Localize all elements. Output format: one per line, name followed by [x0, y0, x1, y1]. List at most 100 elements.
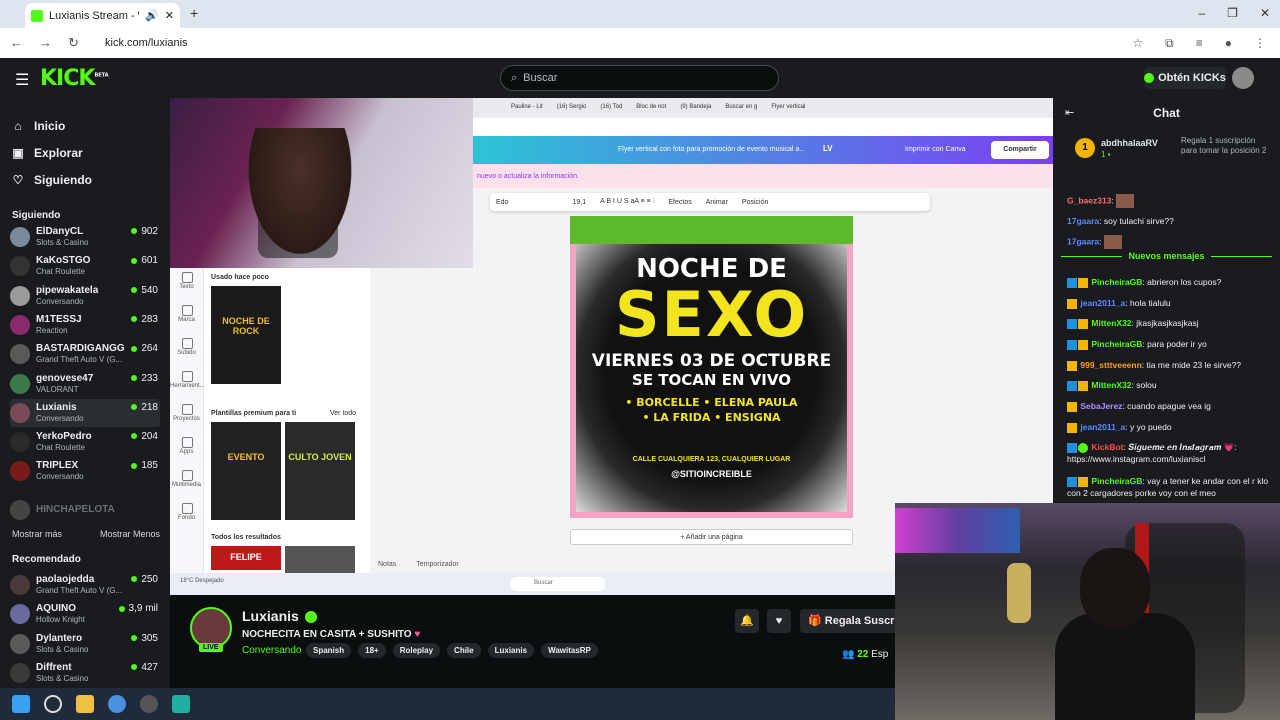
- get-kicks-button[interactable]: Obtén KICKs: [1144, 67, 1226, 89]
- search-input[interactable]: ⌕ Buscar: [500, 65, 779, 91]
- canva-print: Imprimir con Canva: [905, 146, 966, 153]
- menu-icon[interactable]: ⋮: [1254, 36, 1266, 51]
- chat-username[interactable]: MittenX32: [1091, 318, 1131, 328]
- flyer-poster: NOCHE DE SEXO VIERNES 03 DE OCTUBRE SE T…: [570, 216, 853, 518]
- show-more-button[interactable]: Mostrar más: [12, 529, 62, 539]
- sidebar-channel-yerkopedro[interactable]: YerkoPedro Chat Roulette 204: [10, 428, 160, 456]
- os-taskbar: [0, 688, 895, 720]
- canva-title: Flyer vertical con foto para promoción d…: [618, 146, 806, 153]
- chat-username[interactable]: G_baez313: [1067, 195, 1111, 205]
- chat-username[interactable]: MittenX32: [1091, 380, 1131, 390]
- chat-text: y yo puedo: [1130, 422, 1172, 432]
- kick-logo[interactable]: KICKBETA: [40, 66, 109, 91]
- canva-text-icon: Texto: [170, 268, 203, 301]
- chat-message: MittenX32: solou: [1067, 379, 1271, 391]
- follow-heart-icon[interactable]: ♥: [767, 609, 791, 633]
- crown-badge-icon: [1078, 318, 1088, 329]
- chat-username[interactable]: PincheiraGB: [1091, 339, 1142, 349]
- stream-tag[interactable]: WawitasRP: [541, 643, 598, 658]
- media-icon[interactable]: ≡: [1196, 36, 1203, 51]
- pinned-user[interactable]: abdhhalaaRV: [1101, 138, 1158, 148]
- notepad-icon[interactable]: [172, 695, 190, 713]
- home-icon: ⌂: [14, 118, 22, 133]
- stream-category[interactable]: Conversando: [242, 645, 301, 656]
- chat-username[interactable]: KickBot: [1091, 442, 1123, 452]
- reload-icon[interactable]: ↻: [68, 35, 79, 51]
- nav-explore[interactable]: ▣ Explorar: [12, 139, 92, 166]
- chat-username[interactable]: SebaJerez: [1080, 401, 1122, 411]
- obs-icon[interactable]: [140, 695, 158, 713]
- nav-following[interactable]: ♡ Siguiendo: [12, 166, 92, 193]
- channel-avatar: [10, 256, 30, 277]
- sidebar-channel-luxianis[interactable]: Luxianis Conversando 218: [10, 398, 160, 427]
- sidebar-channel-bastardigangg[interactable]: BASTARDIGANGG Grand Theft Auto V (G... 264: [10, 340, 160, 368]
- nav-home[interactable]: ⌂ Inicio: [12, 112, 92, 139]
- bookmark-star-icon[interactable]: ☆: [1132, 36, 1143, 51]
- sidebar-channel-eldanycl[interactable]: ElDanyCL Slots & Casino 902: [10, 223, 160, 251]
- channel-viewers: 218: [131, 402, 158, 413]
- chat-username[interactable]: PincheiraGB: [1091, 476, 1142, 486]
- forward-icon[interactable]: →: [39, 35, 52, 51]
- chat-username[interactable]: jean2011_a: [1080, 298, 1125, 308]
- stream-tag[interactable]: Spanish: [306, 643, 352, 658]
- sidebar-channel-offline[interactable]: HINCHAPELOTA: [10, 496, 160, 524]
- streamer-name[interactable]: Luxianis: [242, 608, 317, 624]
- maximize-icon[interactable]: ❐: [1227, 6, 1238, 20]
- back-icon[interactable]: ←: [10, 35, 23, 51]
- canva-background-icon: Fondo: [170, 499, 203, 532]
- kick-favicon-icon: [31, 9, 43, 22]
- stream-tag[interactable]: 18+: [358, 643, 386, 658]
- sidebar-channel-m1tessj[interactable]: M1TESSJ Reaction 283: [10, 311, 160, 339]
- close-tab-icon[interactable]: ✕: [165, 9, 174, 22]
- sidebar-channel-aquino[interactable]: AQUINO Hollow Knight 3,9 mil: [10, 600, 160, 628]
- canva-address-bar: [473, 118, 1053, 136]
- sidebar-channel-paolaojedda[interactable]: paolaojedda Grand Theft Auto V (G... 250: [10, 571, 160, 599]
- chat-username[interactable]: 17gaara: [1067, 236, 1099, 246]
- profile-icon[interactable]: ●: [1225, 36, 1232, 51]
- chat-message: 999_stttveeenn: tia me mide 23 le sirve?…: [1067, 359, 1271, 371]
- sidebar-channel-pipewakatela[interactable]: pipewakatela Conversando 540: [10, 282, 160, 310]
- windows-start-icon[interactable]: [12, 695, 30, 713]
- show-less-button[interactable]: Mostrar Menos: [100, 529, 160, 539]
- chat-username[interactable]: 999_stttveeenn: [1080, 360, 1141, 370]
- poster-line: VIERNES 03 DE OCTUBRE: [591, 351, 832, 371]
- sidebar: ⌂ Inicio ▣ Explorar ♡ Siguiendo Siguiendo E…: [0, 98, 170, 688]
- hamburger-icon[interactable]: ☰: [15, 70, 29, 90]
- channel-category: Conversando: [36, 413, 84, 423]
- user-avatar[interactable]: [1232, 67, 1254, 89]
- audio-icon[interactable]: 🔊: [145, 9, 159, 22]
- minimize-icon[interactable]: –: [1198, 6, 1205, 20]
- sidebar-channel-triplex[interactable]: TRIPLEX Conversando 185: [10, 457, 160, 485]
- chat-username[interactable]: jean2011_a: [1080, 422, 1125, 432]
- new-tab-button[interactable]: +: [190, 5, 198, 21]
- stream-title: NOCHECITA EN CASITA + SUSHITO ♥: [242, 629, 421, 640]
- chat-message: SebaJerez: cuando apague vea ig: [1067, 400, 1271, 412]
- canva-browser-tab: Bloc de not: [636, 104, 667, 110]
- pinned-gift-text[interactable]: Regala 1 suscripción para tomar la posic…: [1181, 136, 1273, 156]
- url-field[interactable]: kick.com/luxianis: [85, 37, 1132, 49]
- stream-tag[interactable]: Luxianis: [487, 643, 535, 658]
- channel-avatar: [10, 432, 30, 453]
- chat-username[interactable]: PincheiraGB: [1091, 277, 1142, 287]
- gift-sub-button[interactable]: 🎁 Regala Suscrip: [800, 609, 910, 633]
- stream-tag[interactable]: Chile: [447, 643, 481, 658]
- sidebar-channel-dylantero[interactable]: Dylantero Slots & Casino 305: [10, 630, 160, 658]
- canva-edit-toolbar: Edo 19,1 A B I U S aA ≡ ≡ ⫶ Efectos Anim…: [490, 193, 930, 211]
- sub-badge-icon: [1067, 277, 1077, 288]
- search-icon[interactable]: [44, 695, 62, 713]
- sidebar-channel-genovese47[interactable]: genovese47 VALORANT 233: [10, 370, 160, 398]
- chrome-icon[interactable]: [108, 695, 126, 713]
- canva-notice: nuevo o actualiza la información.: [473, 164, 1053, 188]
- close-window-icon[interactable]: ✕: [1260, 6, 1270, 20]
- stream-tag[interactable]: Roleplay: [392, 643, 441, 658]
- search-icon: ⌕: [511, 71, 518, 84]
- sidebar-channel-diffrent[interactable]: Diffrent Slots & Casino 427: [10, 659, 160, 687]
- chat-message: 17gaara:: [1067, 235, 1271, 249]
- browser-tab[interactable]: Luxianis Stream - Watch Liv 🔊 ✕: [25, 3, 180, 28]
- extensions-icon[interactable]: ⧉: [1165, 36, 1174, 51]
- chat-username[interactable]: 17gaara: [1067, 216, 1099, 226]
- file-explorer-icon[interactable]: [76, 695, 94, 713]
- pinned-subs: 1 ▪: [1101, 150, 1111, 159]
- sidebar-channel-kakostgo[interactable]: KaKoSTGO Chat Roulette 601: [10, 252, 160, 280]
- notification-bell-icon[interactable]: 🔔: [735, 609, 759, 633]
